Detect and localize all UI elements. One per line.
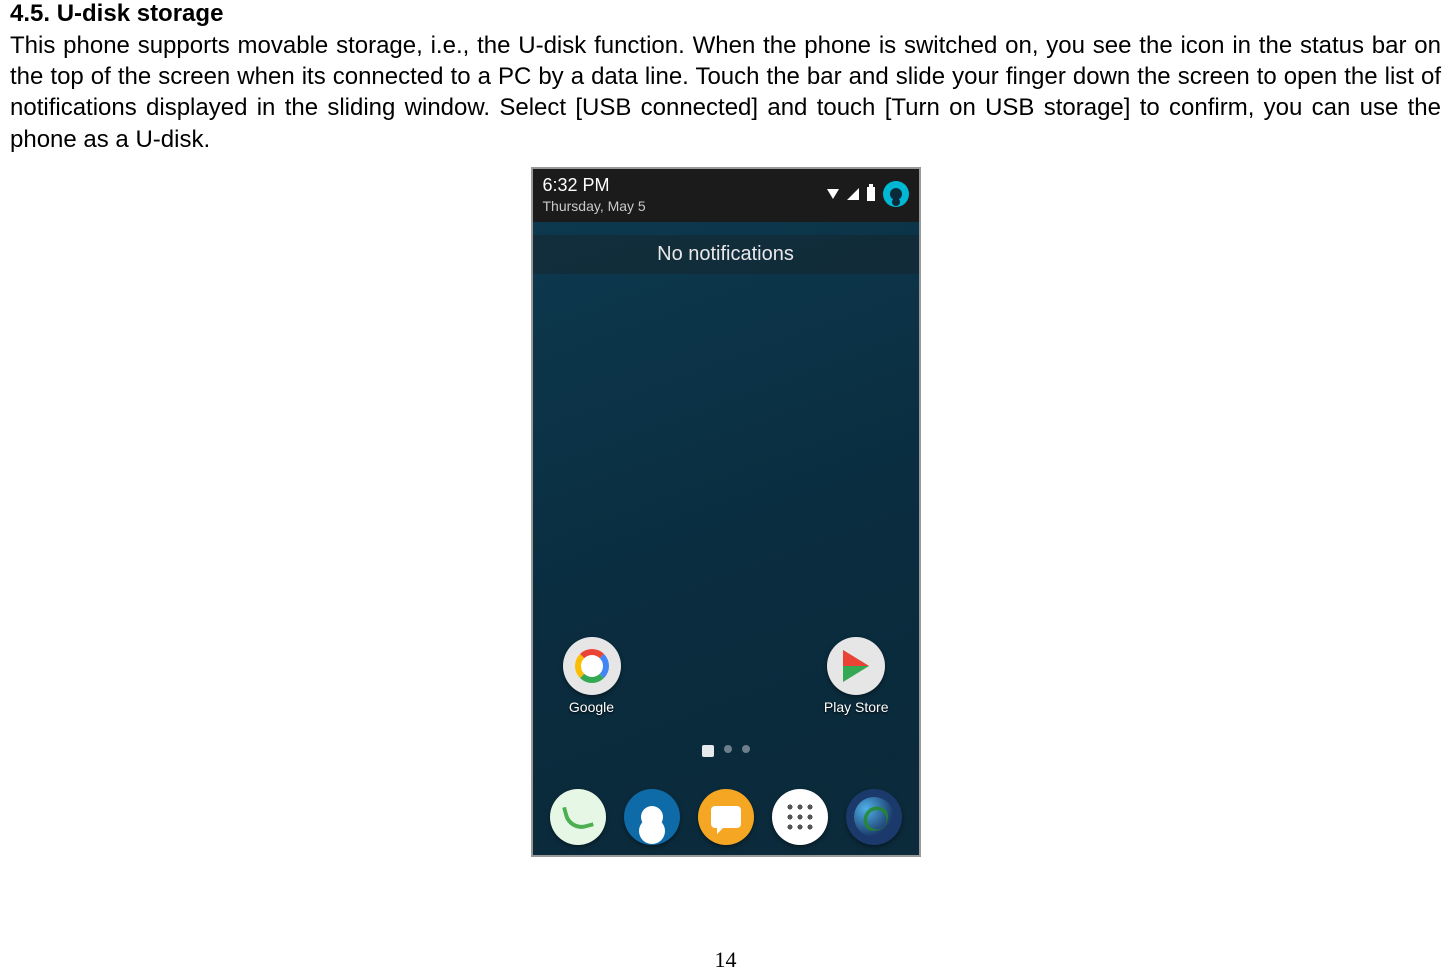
notification-panel[interactable]: 6:32 PM Thursday, May 5 [533,169,919,222]
app-label-google: Google [569,699,614,715]
dock-phone-app[interactable] [550,789,606,845]
dock-browser-app[interactable] [846,789,902,845]
app-google[interactable]: Google [563,637,621,715]
status-time: 6:32 PM [543,175,646,196]
app-label-play-store: Play Store [824,699,889,715]
status-date: Thursday, May 5 [543,198,646,214]
page-indicator[interactable] [533,745,919,757]
dock-contacts-app[interactable] [624,789,680,845]
app-play-store[interactable]: Play Store [824,637,889,715]
expand-icon [827,189,839,199]
page-dot-icon [724,745,732,753]
user-avatar-icon[interactable] [883,181,909,207]
no-notifications-label: No notifications [533,235,919,274]
phone-icon [562,801,594,833]
section-body: This phone supports movable storage, i.e… [10,30,1441,155]
contacts-icon [641,806,663,828]
globe-icon [854,797,894,837]
app-grid-icon [785,802,815,832]
play-store-icon [827,637,885,695]
page-dot-icon [742,745,750,753]
section-heading: 4.5. U-disk storage [10,0,1441,28]
message-icon [711,806,741,828]
screenshot-figure: 6:32 PM Thursday, May 5 No notifications… [10,167,1441,857]
dock-app-drawer[interactable] [772,789,828,845]
phone-screenshot: 6:32 PM Thursday, May 5 No notifications… [531,167,921,857]
dock [533,789,919,845]
dock-messaging-app[interactable] [698,789,754,845]
page-number: 14 [0,947,1451,973]
home-page-dot-icon [702,745,714,757]
google-icon [563,637,621,695]
battery-icon [867,187,875,201]
signal-icon [847,188,859,200]
